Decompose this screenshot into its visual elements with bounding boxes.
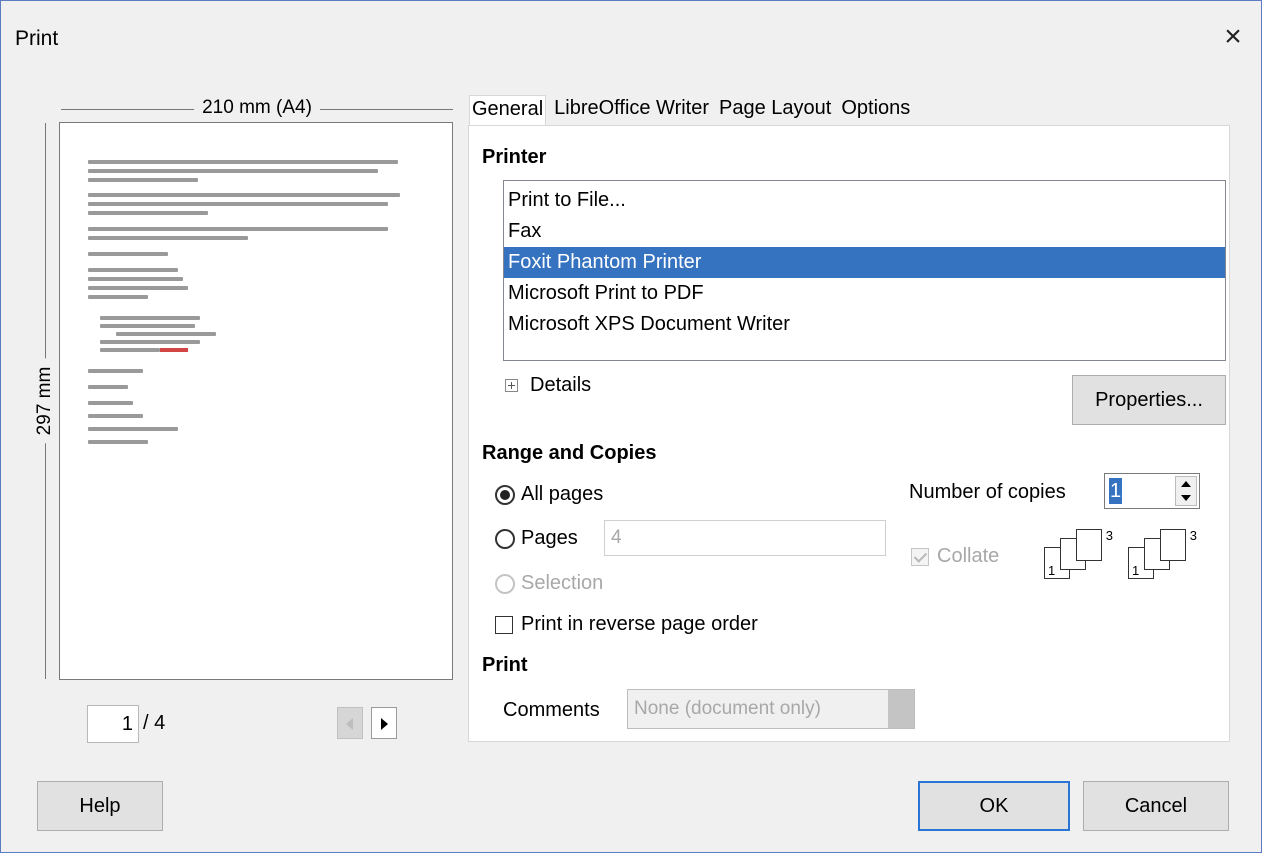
decrement-arrow-icon[interactable] xyxy=(1181,495,1191,501)
cancel-button[interactable]: Cancel xyxy=(1083,781,1229,831)
tab-general[interactable]: General xyxy=(469,95,547,125)
comments-dropdown: None (document only) xyxy=(627,689,915,729)
tab-libreoffice-writer[interactable]: LibreOffice Writer xyxy=(552,95,711,125)
collate-label: Collate xyxy=(937,545,1000,567)
reverse-order-option[interactable]: Print in reverse page order xyxy=(495,613,758,636)
tab-page-layout[interactable]: Page Layout xyxy=(717,95,833,125)
copies-stepper[interactable]: 1 xyxy=(1104,473,1200,509)
dialog-title: Print xyxy=(15,27,59,50)
page-height-dimension: 297 mm xyxy=(33,123,57,679)
page-width-label: 210 mm (A4) xyxy=(194,97,320,119)
printer-list[interactable]: Print to File... Fax Foxit Phantom Print… xyxy=(503,180,1226,361)
printer-item-microsoft-xps[interactable]: Microsoft XPS Document Writer xyxy=(504,309,1225,340)
copies-spin-buttons[interactable] xyxy=(1175,476,1197,506)
print-section-title: Print xyxy=(482,654,528,676)
pages-radio[interactable] xyxy=(495,528,515,549)
selection-option: Selection xyxy=(495,572,603,595)
collate-checkbox xyxy=(911,547,929,566)
page-height-label: 297 mm xyxy=(34,358,56,444)
help-button[interactable]: Help xyxy=(37,781,163,831)
details-label: Details xyxy=(530,374,592,396)
tab-bar: General LibreOffice Writer Page Layout O… xyxy=(469,95,918,125)
selection-radio xyxy=(495,573,515,594)
pages-input[interactable]: 4 xyxy=(604,520,886,556)
comments-label: Comments xyxy=(503,699,600,721)
expand-plus-icon xyxy=(505,379,518,392)
selection-label: Selection xyxy=(521,572,604,594)
print-dialog: Print × 210 mm (A4) 297 mm 1 / 4 General… xyxy=(0,0,1262,853)
dropdown-arrow-icon xyxy=(888,690,914,728)
details-expander[interactable]: Details xyxy=(505,374,591,397)
collate-option: Collate xyxy=(911,545,999,568)
current-page-field[interactable]: 1 xyxy=(87,705,139,743)
reverse-order-label: Print in reverse page order xyxy=(521,613,758,635)
pages-option[interactable]: Pages xyxy=(495,527,578,550)
comments-value: None (document only) xyxy=(634,698,821,719)
copies-label: Number of copies xyxy=(909,481,1066,503)
close-icon[interactable]: × xyxy=(1215,19,1251,55)
printer-item-foxit-phantom[interactable]: Foxit Phantom Printer xyxy=(504,247,1225,278)
tab-options[interactable]: Options xyxy=(839,95,912,125)
copies-value[interactable]: 1 xyxy=(1109,478,1123,504)
page-preview xyxy=(59,122,453,680)
increment-arrow-icon[interactable] xyxy=(1181,481,1191,487)
reverse-order-checkbox[interactable] xyxy=(495,615,513,634)
next-page-button[interactable] xyxy=(371,707,397,739)
printer-section-title: Printer xyxy=(482,146,547,168)
ok-button[interactable]: OK xyxy=(918,781,1070,831)
total-pages-label: / 4 xyxy=(143,712,166,734)
all-pages-radio[interactable] xyxy=(495,484,515,505)
properties-button[interactable]: Properties... xyxy=(1072,375,1226,425)
uncollated-pages-icon: 1 2 3 xyxy=(1128,528,1204,585)
printer-item-print-to-file[interactable]: Print to File... xyxy=(504,185,1225,216)
page-width-dimension: 210 mm (A4) xyxy=(61,97,453,121)
range-section-title: Range and Copies xyxy=(482,442,657,464)
printer-item-fax[interactable]: Fax xyxy=(504,216,1225,247)
collated-pages-icon: 1 2 3 xyxy=(1044,528,1120,585)
previous-page-button xyxy=(337,707,363,739)
all-pages-option[interactable]: All pages xyxy=(495,483,603,506)
printer-item-microsoft-print-to-pdf[interactable]: Microsoft Print to PDF xyxy=(504,278,1225,309)
pages-label: Pages xyxy=(521,527,578,549)
all-pages-label: All pages xyxy=(521,483,604,505)
